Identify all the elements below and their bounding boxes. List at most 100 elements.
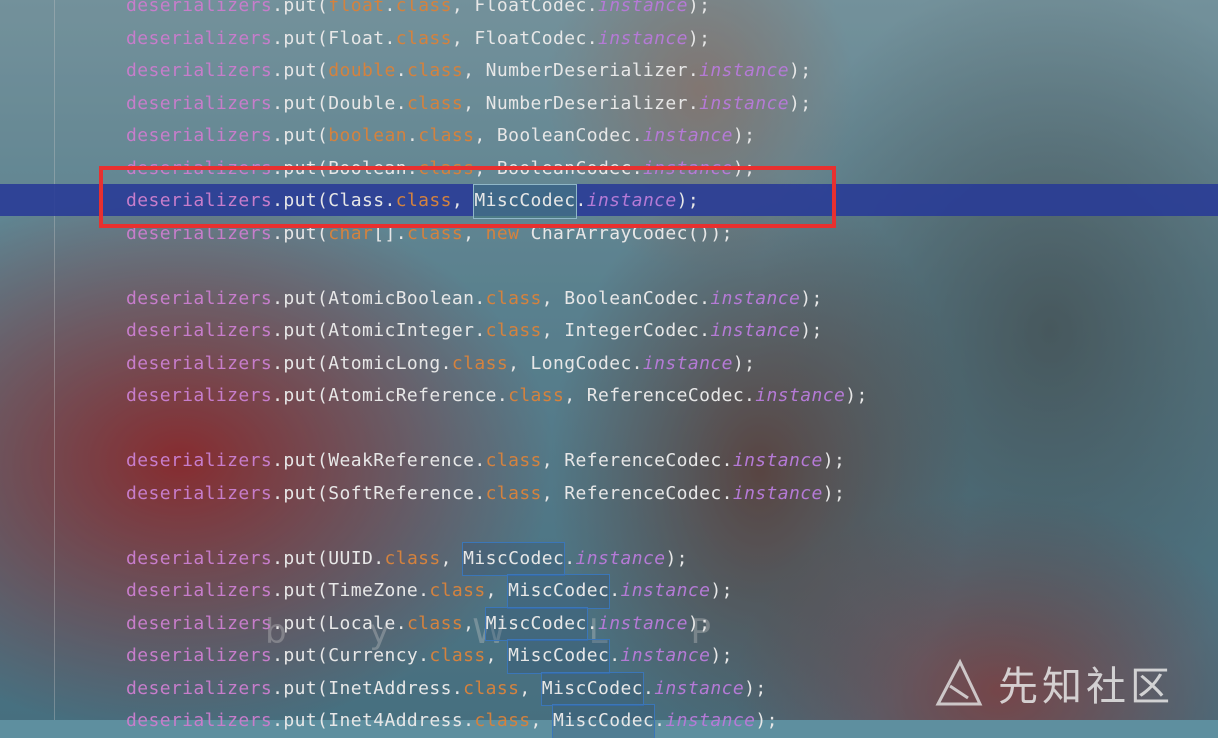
variable-token: deserializers [126,125,273,146]
watermark-text: 先知社区 [998,664,1174,710]
code-line[interactable]: deserializers .put(AtomicLong. class, Long… [126,348,868,381]
code-line[interactable] [126,510,868,543]
code-line[interactable]: deserializers .put(AtomicBoolean. class, B… [126,283,868,316]
keyword-token: class [395,0,452,16]
code-token: ); [755,710,778,731]
code-token: , [485,645,509,666]
code-line[interactable]: deserializers .put(double. class, NumberDe… [126,55,868,88]
code-line[interactable] [126,413,868,446]
code-token: ); [845,385,868,406]
code-token: , ReferenceCodec. [541,482,733,504]
code-token: , ReferenceCodec. [541,450,733,471]
code-token: .put( [272,60,329,81]
code-line[interactable]: deserializers .put(Currency. class, MiscCo… [126,639,868,674]
code-token: , LongCodec. [508,352,643,374]
field-token: instance [575,547,666,569]
class-reference: MiscCodec [484,606,588,641]
class-reference: MiscCodec [552,704,656,738]
variable-token: deserializers [126,60,273,81]
variable-token: deserializers [126,287,273,309]
code-line[interactable]: deserializers .put(AtomicInteger. class, I… [126,315,868,348]
keyword-token: class [508,385,565,406]
code-token: .put(SoftReference. [272,482,486,504]
field-token: instance [710,320,801,341]
code-token: , FloatCodec. [451,27,598,49]
keyword-token: class [384,547,441,569]
variable-token: deserializers [126,580,273,601]
code-line[interactable]: deserializers .put(SoftReference. class, R… [126,478,868,511]
field-token: instance [665,710,756,731]
code-token: , BooleanCodec. [541,287,711,309]
field-token: instance [654,677,745,699]
code-line[interactable]: deserializers .put(InetAddress. class, Mis… [126,671,868,706]
keyword-token: class [474,710,531,731]
class-reference: MiscCodec [540,671,644,706]
code-line[interactable]: deserializers .put(UUID. class, MiscCodec.… [126,541,868,576]
code-token: .put(WeakReference. [272,450,486,471]
code-token: , BooleanCodec. [474,125,643,146]
variable-token: deserializers [126,482,273,504]
code-token: ); [822,482,846,504]
code-line[interactable]: deserializers .put(float. class, FloatCode… [126,0,868,23]
keyword-token: class [429,645,486,666]
code-token: ); [789,60,812,81]
field-token: instance [710,287,801,309]
code-token: .put(AtomicInteger. [272,320,486,341]
code-token: ); [710,645,733,666]
code-token: , NumberDeserializer. [463,92,700,114]
code-token: .put(Double. [272,92,407,114]
code-token: ); [744,677,767,699]
code-editor[interactable]: deserializers .put(float. class, FloatCode… [126,0,868,738]
code-token: .put(UUID. [272,547,385,569]
code-line[interactable]: deserializers .put(AtomicReference. class,… [126,380,868,413]
variable-token: deserializers [126,612,273,634]
code-token: ); [789,92,812,114]
code-token: . [642,677,655,699]
field-token: instance [699,60,790,81]
code-token: ); [687,612,711,634]
keyword-token: class [429,580,486,601]
code-line[interactable]: deserializers .put(Float. class, FloatCode… [126,23,868,56]
code-token: . [564,547,576,569]
code-token: , [463,612,486,634]
code-line[interactable]: deserializers .put(WeakReference. class, R… [126,445,868,478]
keyword-token: class [406,92,464,114]
code-token: . [586,612,598,634]
code-line[interactable]: deserializers .put(Inet4Address. class, Mi… [126,704,868,738]
field-token: instance [699,92,790,114]
variable-token: deserializers [126,352,273,374]
code-token: ); [687,0,711,16]
code-token: .put(AtomicLong. [272,352,452,374]
code-line[interactable] [126,250,868,283]
field-token: instance [620,580,711,601]
code-token: , [485,580,509,601]
keyword-token: class [485,450,542,471]
code-token: . [384,0,396,16]
variable-token: deserializers [126,677,273,699]
code-token: .put(InetAddress. [272,677,464,699]
code-line[interactable]: deserializers .put(boolean. class, Boolean… [126,120,868,153]
code-token: , NumberDeserializer. [463,60,700,81]
variable-token: deserializers [126,92,273,114]
xianzhi-logo-icon [935,658,983,706]
variable-token: deserializers [126,320,273,341]
variable-token: deserializers [126,710,273,731]
field-token: instance [732,450,823,471]
keyword-token: float [328,0,385,16]
code-token: .put( [272,0,329,16]
keyword-token: class [418,125,475,146]
code-token: ); [665,547,688,569]
code-token: .put(Locale. [272,612,407,634]
code-token: , IntegerCodec. [541,320,711,341]
code-line[interactable]: deserializers .put(Double. class, NumberDe… [126,88,868,121]
field-token: instance [597,27,688,49]
code-line[interactable]: deserializers .put(Locale. class, MiscCode… [126,606,868,641]
variable-token: deserializers [126,645,273,666]
code-token: ); [710,580,733,601]
code-token: ); [732,125,756,146]
keyword-token: class [463,677,520,699]
code-token: . [395,60,407,81]
code-token: , [440,547,464,569]
code-line[interactable]: deserializers .put(TimeZone. class, MiscCo… [126,574,868,609]
annotation-box [99,166,836,228]
